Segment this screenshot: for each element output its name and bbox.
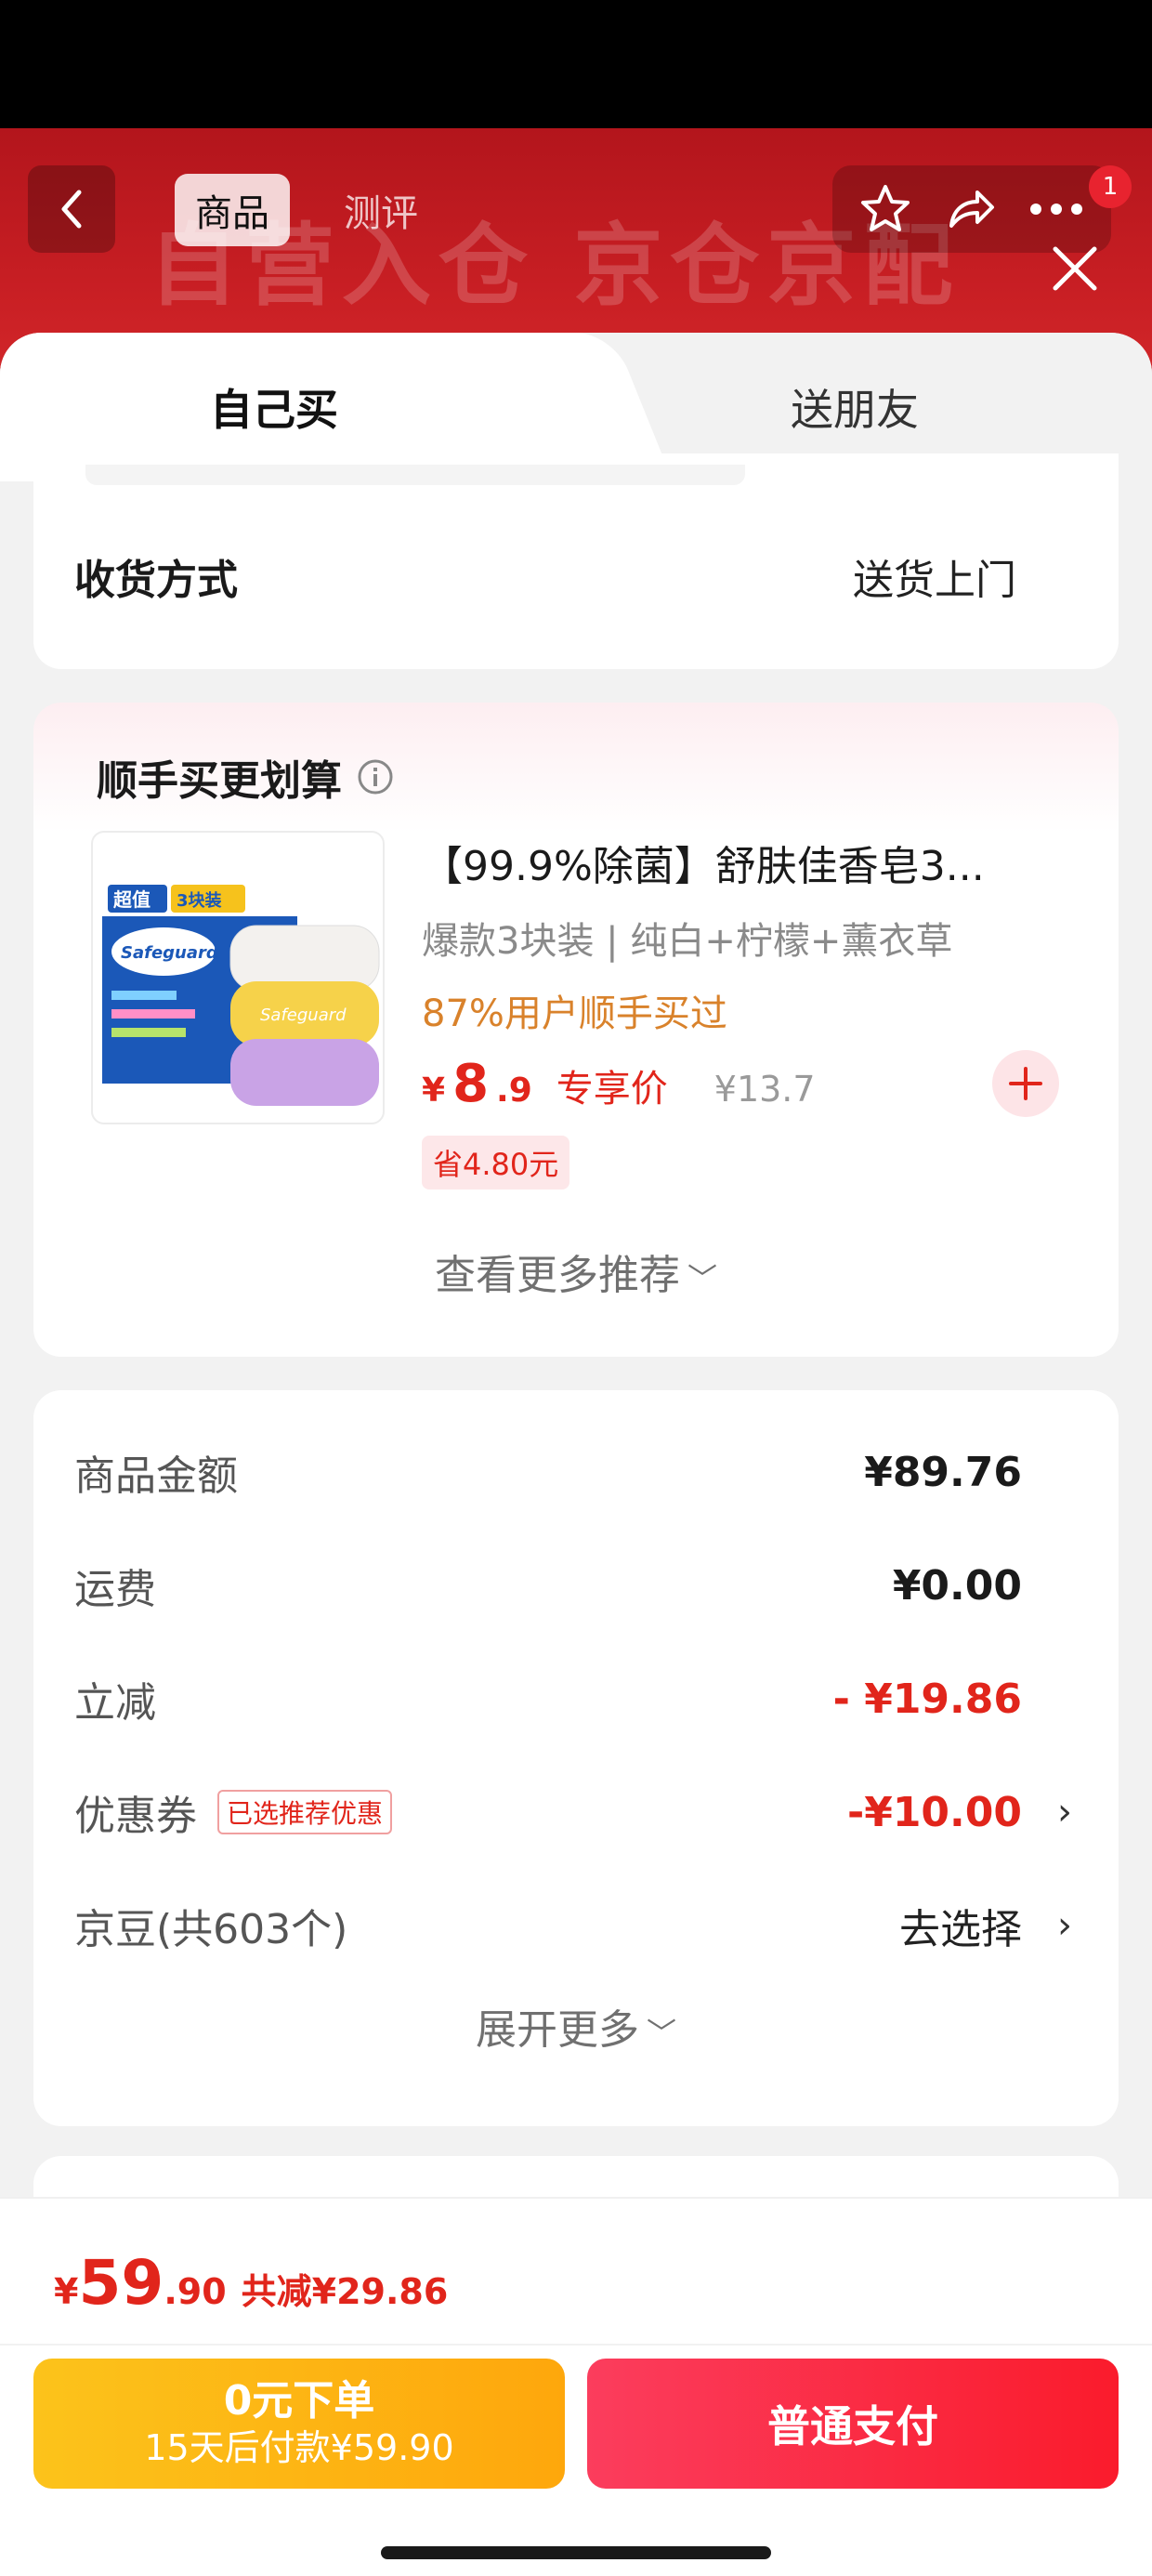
fee-value: ¥89.76 — [864, 1448, 1022, 1496]
zero-down-subtitle: 15天后付款¥59.90 — [144, 2427, 454, 2468]
fee-label: 优惠券 — [74, 1793, 197, 1840]
chevron-left-icon — [61, 190, 82, 229]
price-integer: 8 — [452, 1054, 490, 1114]
more-icon[interactable] — [1027, 200, 1086, 218]
tab-review[interactable]: 测评 — [323, 174, 439, 246]
divider — [0, 2344, 1152, 2346]
price-currency: ¥ — [422, 1071, 446, 1110]
soap-bar-text: Safeguard — [260, 1005, 347, 1025]
box-brand-text: Safeguard — [121, 943, 219, 963]
box-count-text: 3块装 — [177, 890, 222, 911]
tab-product[interactable]: 商品 — [175, 174, 290, 246]
chevron-right-icon: › — [1057, 1791, 1072, 1833]
total-decimal: .90 — [164, 2271, 227, 2312]
recommendation-title-text: 顺手买更划算 — [97, 757, 342, 805]
fee-label: 运费 — [74, 1566, 156, 1613]
fee-value: 去选择 — [899, 1906, 1022, 1953]
coupon-badge: 已选推荐优惠 — [217, 1790, 393, 1834]
normal-pay-button[interactable]: 普通支付 — [587, 2359, 1119, 2489]
star-icon[interactable] — [857, 181, 913, 237]
fee-label: 立减 — [74, 1679, 156, 1727]
expand-more-label: 展开更多 — [475, 2006, 639, 2054]
share-icon[interactable] — [942, 181, 998, 237]
expand-more-button[interactable]: 展开更多 ﹀ — [33, 1996, 1119, 2056]
recommendation-card: 顺手买更划算 超值 3块装 Safeguard Safeguard 【99.9%… — [33, 703, 1119, 1357]
fee-label: 商品金额 — [74, 1452, 238, 1500]
view-more-label: 查看更多推荐 — [434, 1252, 680, 1299]
original-price: ¥13.7 — [713, 1069, 816, 1110]
fee-row-jd-beans[interactable]: 京豆(共603个) 去选择 › — [74, 1888, 1078, 1963]
product-price-row: ¥ 8 .9 专享价 ¥13.7 — [422, 1054, 816, 1114]
soap-box-image: 超值 3块装 Safeguard Safeguard — [102, 879, 380, 1106]
fee-value: - ¥19.86 — [832, 1675, 1022, 1723]
shipping-label: 收货方式 — [74, 557, 238, 604]
checkout-bar: ¥ 59 .90 共减¥29.86 0元下单 15天后付款¥59.90 普通支付 — [0, 2197, 1152, 2576]
status-bar — [0, 0, 1152, 128]
product-spec: 爆款3块装 | 纯白+柠檬+薰衣草 — [422, 920, 953, 963]
header-tabs: 商品 测评 — [175, 171, 453, 249]
total-integer: 59 — [78, 2247, 164, 2319]
product-name[interactable]: 【99.9%除菌】舒肤佳香皂3... — [422, 833, 1072, 892]
fee-row-coupon[interactable]: 优惠券 已选推荐优惠 -¥10.00 › — [74, 1775, 1078, 1849]
order-total: ¥ 59 .90 共减¥29.86 — [54, 2247, 448, 2319]
product-image[interactable]: 超值 3块装 Safeguard Safeguard — [91, 831, 385, 1124]
save-badge: 省4.80元 — [422, 1136, 570, 1189]
back-button[interactable] — [28, 165, 115, 253]
fee-value: ¥0.00 — [892, 1561, 1022, 1610]
collapsed-row-divider — [85, 465, 745, 485]
fee-row-subtotal: 商品金额 ¥89.76 — [74, 1435, 1078, 1509]
shipping-value[interactable]: 送货上门 — [853, 546, 1016, 606]
box-badge-text: 超值 — [112, 888, 151, 911]
price-tag: 专享价 — [556, 1068, 668, 1111]
fee-row-discount: 立减 - ¥19.86 — [74, 1662, 1078, 1736]
plus-icon — [1009, 1067, 1042, 1100]
info-icon[interactable] — [357, 758, 394, 795]
total-currency: ¥ — [54, 2271, 79, 2312]
zero-down-title: 0元下单 — [223, 2377, 375, 2425]
chevron-down-icon: ﹀ — [646, 2016, 676, 2051]
tab-self-label: 自己买 — [210, 385, 338, 435]
chevron-right-icon: › — [1057, 1904, 1072, 1947]
chevron-down-icon: ﹀ — [687, 1261, 717, 1296]
product-social-proof: 87%用户顺手买过 — [422, 992, 727, 1035]
zero-down-order-button[interactable]: 0元下单 15天后付款¥59.90 — [33, 2359, 565, 2489]
shipping-card: 收货方式 送货上门 — [33, 453, 1119, 669]
recommendation-title: 顺手买更划算 — [97, 747, 394, 807]
fee-summary-card: 商品金额 ¥89.76 运费 ¥0.00 立减 - ¥19.86 优惠券 已选推… — [33, 1390, 1119, 2126]
notification-badge: 1 — [1089, 165, 1132, 208]
total-saved: 共减¥29.86 — [241, 2271, 449, 2312]
home-indicator — [381, 2546, 771, 2559]
fee-value: -¥10.00 — [846, 1788, 1022, 1836]
price-decimal: .9 — [496, 1071, 532, 1110]
fee-label: 京豆(共603个) — [74, 1906, 348, 1953]
close-icon[interactable] — [1046, 240, 1104, 297]
fee-row-shipping: 运费 ¥0.00 — [74, 1548, 1078, 1623]
view-more-recommendations[interactable]: 查看更多推荐 ﹀ — [33, 1242, 1119, 1301]
add-to-order-button[interactable] — [992, 1050, 1059, 1117]
